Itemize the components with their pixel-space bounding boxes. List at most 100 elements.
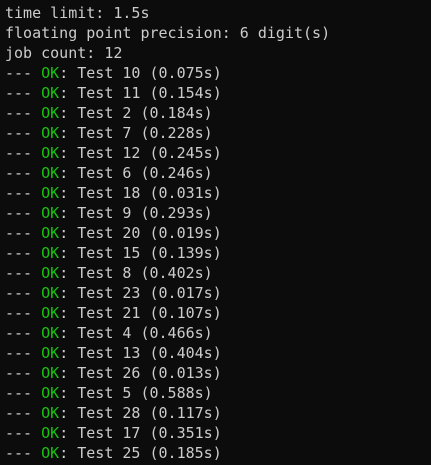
status-ok: OK [41,64,60,82]
test-detail: Test 5 (0.588s) [77,384,213,402]
result-prefix: --- [5,424,42,442]
result-separator: : [59,244,78,262]
test-detail: Test 8 (0.402s) [77,264,213,282]
result-separator: : [59,284,78,302]
test-detail: Test 4 (0.466s) [77,324,213,342]
status-ok: OK [41,184,60,202]
test-result-line: --- OK: Test 28 (0.117s) [5,403,330,423]
result-prefix: --- [5,304,42,322]
result-prefix: --- [5,144,42,162]
test-detail: Test 2 (0.184s) [77,104,213,122]
status-ok: OK [41,444,60,462]
result-separator: : [59,84,78,102]
test-result-line: --- OK: Test 5 (0.588s) [5,383,330,403]
result-separator: : [59,424,78,442]
result-separator: : [59,444,78,462]
status-ok: OK [41,164,60,182]
result-separator: : [59,144,78,162]
test-result-line: --- OK: Test 20 (0.019s) [5,223,330,243]
result-separator: : [59,204,78,222]
job-count-line: job count: 12 [5,44,123,62]
test-result-line: --- OK: Test 10 (0.075s) [5,63,330,83]
result-separator: : [59,304,78,322]
test-detail: Test 18 (0.031s) [77,184,222,202]
test-detail: Test 9 (0.293s) [77,204,213,222]
test-result-line: --- OK: Test 8 (0.402s) [5,263,330,283]
test-result-line: --- OK: Test 4 (0.466s) [5,323,330,343]
test-detail: Test 7 (0.228s) [77,124,213,142]
result-prefix: --- [5,124,42,142]
test-detail: Test 10 (0.075s) [77,64,222,82]
result-prefix: --- [5,404,42,422]
test-detail: Test 21 (0.107s) [77,304,222,322]
test-detail: Test 11 (0.154s) [77,84,222,102]
status-ok: OK [41,324,60,342]
test-result-line: --- OK: Test 26 (0.013s) [5,363,330,383]
test-detail: Test 28 (0.117s) [77,404,222,422]
result-separator: : [59,264,78,282]
test-result-line: --- OK: Test 18 (0.031s) [5,183,330,203]
test-detail: Test 20 (0.019s) [77,224,222,242]
test-results-list: --- OK: Test 10 (0.075s) --- OK: Test 11 … [5,63,330,463]
result-prefix: --- [5,324,42,342]
result-prefix: --- [5,184,42,202]
result-prefix: --- [5,224,42,242]
status-ok: OK [41,244,60,262]
result-prefix: --- [5,284,42,302]
test-detail: Test 12 (0.245s) [77,144,222,162]
result-prefix: --- [5,444,42,462]
result-separator: : [59,404,78,422]
test-result-line: --- OK: Test 2 (0.184s) [5,103,330,123]
status-ok: OK [41,204,60,222]
result-separator: : [59,224,78,242]
result-prefix: --- [5,104,42,122]
test-result-line: --- OK: Test 7 (0.228s) [5,123,330,143]
status-ok: OK [41,144,60,162]
result-separator: : [59,164,78,182]
result-separator: : [59,364,78,382]
result-prefix: --- [5,204,42,222]
result-separator: : [59,124,78,142]
status-ok: OK [41,344,60,362]
test-detail: Test 23 (0.017s) [77,284,222,302]
test-result-line: --- OK: Test 15 (0.139s) [5,243,330,263]
result-separator: : [59,344,78,362]
time-limit-line: time limit: 1.5s [5,4,150,22]
result-prefix: --- [5,64,42,82]
result-prefix: --- [5,84,42,102]
test-result-line: --- OK: Test 12 (0.245s) [5,143,330,163]
test-result-line: --- OK: Test 13 (0.404s) [5,343,330,363]
test-detail: Test 6 (0.246s) [77,164,213,182]
test-result-line: --- OK: Test 6 (0.246s) [5,163,330,183]
result-separator: : [59,104,78,122]
test-detail: Test 26 (0.013s) [77,364,222,382]
test-detail: Test 17 (0.351s) [77,424,222,442]
result-separator: : [59,64,78,82]
test-result-line: --- OK: Test 25 (0.185s) [5,443,330,463]
status-ok: OK [41,364,60,382]
result-separator: : [59,324,78,342]
test-result-line: --- OK: Test 9 (0.293s) [5,203,330,223]
status-ok: OK [41,124,60,142]
result-prefix: --- [5,244,42,262]
status-ok: OK [41,384,60,402]
status-ok: OK [41,304,60,322]
result-prefix: --- [5,264,42,282]
result-prefix: --- [5,364,42,382]
result-separator: : [59,384,78,402]
precision-line: floating point precision: 6 digit(s) [5,24,331,42]
test-result-line: --- OK: Test 17 (0.351s) [5,423,330,443]
test-detail: Test 13 (0.404s) [77,344,222,362]
terminal-window[interactable]: ----------------------------------------… [0,0,431,465]
status-ok: OK [41,264,60,282]
result-separator: : [59,184,78,202]
test-result-line: --- OK: Test 11 (0.154s) [5,83,330,103]
result-prefix: --- [5,164,42,182]
test-result-line: --- OK: Test 23 (0.017s) [5,283,330,303]
status-ok: OK [41,404,60,422]
status-ok: OK [41,424,60,442]
status-ok: OK [41,104,60,122]
test-detail: Test 15 (0.139s) [77,244,222,262]
status-ok: OK [41,284,60,302]
test-result-line: --- OK: Test 21 (0.107s) [5,303,330,323]
